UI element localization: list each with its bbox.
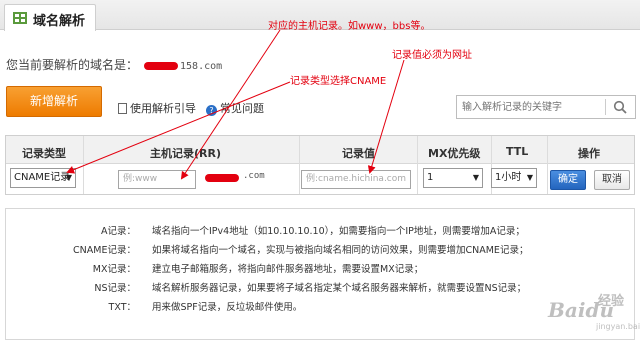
mx-priority-select[interactable]: 1 ▼ [423, 168, 483, 188]
record-type-select[interactable]: CNAME记录 ▼ [10, 168, 76, 188]
mx-priority-value: 1 [427, 172, 434, 183]
annotation-record-value: 记录值必须为网址 [392, 50, 472, 61]
faq-link[interactable]: ? 常见问题 [206, 100, 264, 116]
question-icon: ? [206, 105, 217, 116]
header-rr: 主机记录(RR) [150, 147, 221, 160]
watermark-url: jingyan.baidu.com [596, 322, 640, 331]
help-row-key: A记录： [101, 226, 136, 237]
faq-link-label: 常见问题 [220, 102, 264, 115]
dropdown-arrow-icon: ▼ [472, 173, 479, 182]
help-row-text: 域名指向一个IPv4地址（如10.10.10.10），如需要指向一个IP地址，则… [152, 226, 525, 237]
ttl-value: 1小时 [495, 172, 522, 183]
search-box [456, 95, 636, 119]
dropdown-arrow-icon: ▼ [65, 173, 72, 182]
search-separator [605, 99, 606, 115]
header-ttl: TTL [506, 145, 529, 158]
current-domain-prefix: 您当前要解析的域名是： [6, 58, 139, 72]
tab-dns[interactable]: 域名解析 [4, 4, 96, 31]
record-value-input[interactable]: 例:cname.hichina.com [301, 170, 411, 189]
confirm-button[interactable]: 确定 [550, 170, 586, 190]
domain-tld: 158.com [180, 61, 223, 72]
help-row-text: 用来做SPF记录，反垃圾邮件使用。 [152, 302, 303, 313]
help-row-text: 域名解析服务器记录，如果要将子域名指定某个域名服务器来解析，就需要设置NS记录； [152, 283, 527, 294]
document-icon [118, 103, 127, 114]
dropdown-arrow-icon: ▼ [526, 173, 533, 182]
watermark-cn: 经验 [598, 294, 625, 309]
tab-label: 域名解析 [33, 14, 86, 29]
guide-link-label: 使用解析引导 [130, 102, 196, 115]
rr-domain-suffix: .com [243, 171, 265, 181]
annotation-record-type: 记录类型选择CNAME [290, 76, 387, 87]
header-action: 操作 [578, 147, 600, 160]
header-type: 记录类型 [22, 147, 66, 160]
guide-link[interactable]: 使用解析引导 [118, 100, 196, 116]
help-row-text: 建立电子邮箱服务，将指向邮件服务器地址，需要设置MX记录； [152, 264, 424, 275]
help-row-key: CNAME记录： [73, 245, 136, 256]
help-row-key: TXT： [108, 302, 136, 313]
redacted-domain [144, 61, 179, 70]
header-value: 记录值 [342, 147, 375, 160]
rr-input[interactable]: 例:www [118, 170, 196, 189]
record-type-value: CNAME记录 [14, 172, 71, 183]
header-mx: MX优先级 [428, 147, 481, 160]
search-input[interactable] [457, 96, 607, 118]
help-row-text: 如果将域名指向一个域名，实现与被指向域名相同的访问效果，则需要增加CNAME记录… [152, 245, 529, 256]
redacted-domain-rr [205, 174, 239, 182]
search-icon[interactable] [613, 100, 627, 114]
help-row-key: MX记录： [92, 264, 136, 275]
add-record-button[interactable]: 新增解析 [6, 86, 102, 117]
dns-grid-icon [13, 12, 27, 24]
ttl-select[interactable]: 1小时 ▼ [491, 168, 537, 188]
help-row-key: NS记录： [94, 283, 136, 294]
baidu-jingyan-watermark: Baidu 经验 jingyan.baidu.com [548, 288, 640, 340]
current-domain-line: 您当前要解析的域名是： 158.com [6, 56, 222, 73]
cancel-button[interactable]: 取消 [594, 170, 630, 190]
annotation-host-record: 对应的主机记录。如www，bbs等。 [268, 21, 431, 32]
